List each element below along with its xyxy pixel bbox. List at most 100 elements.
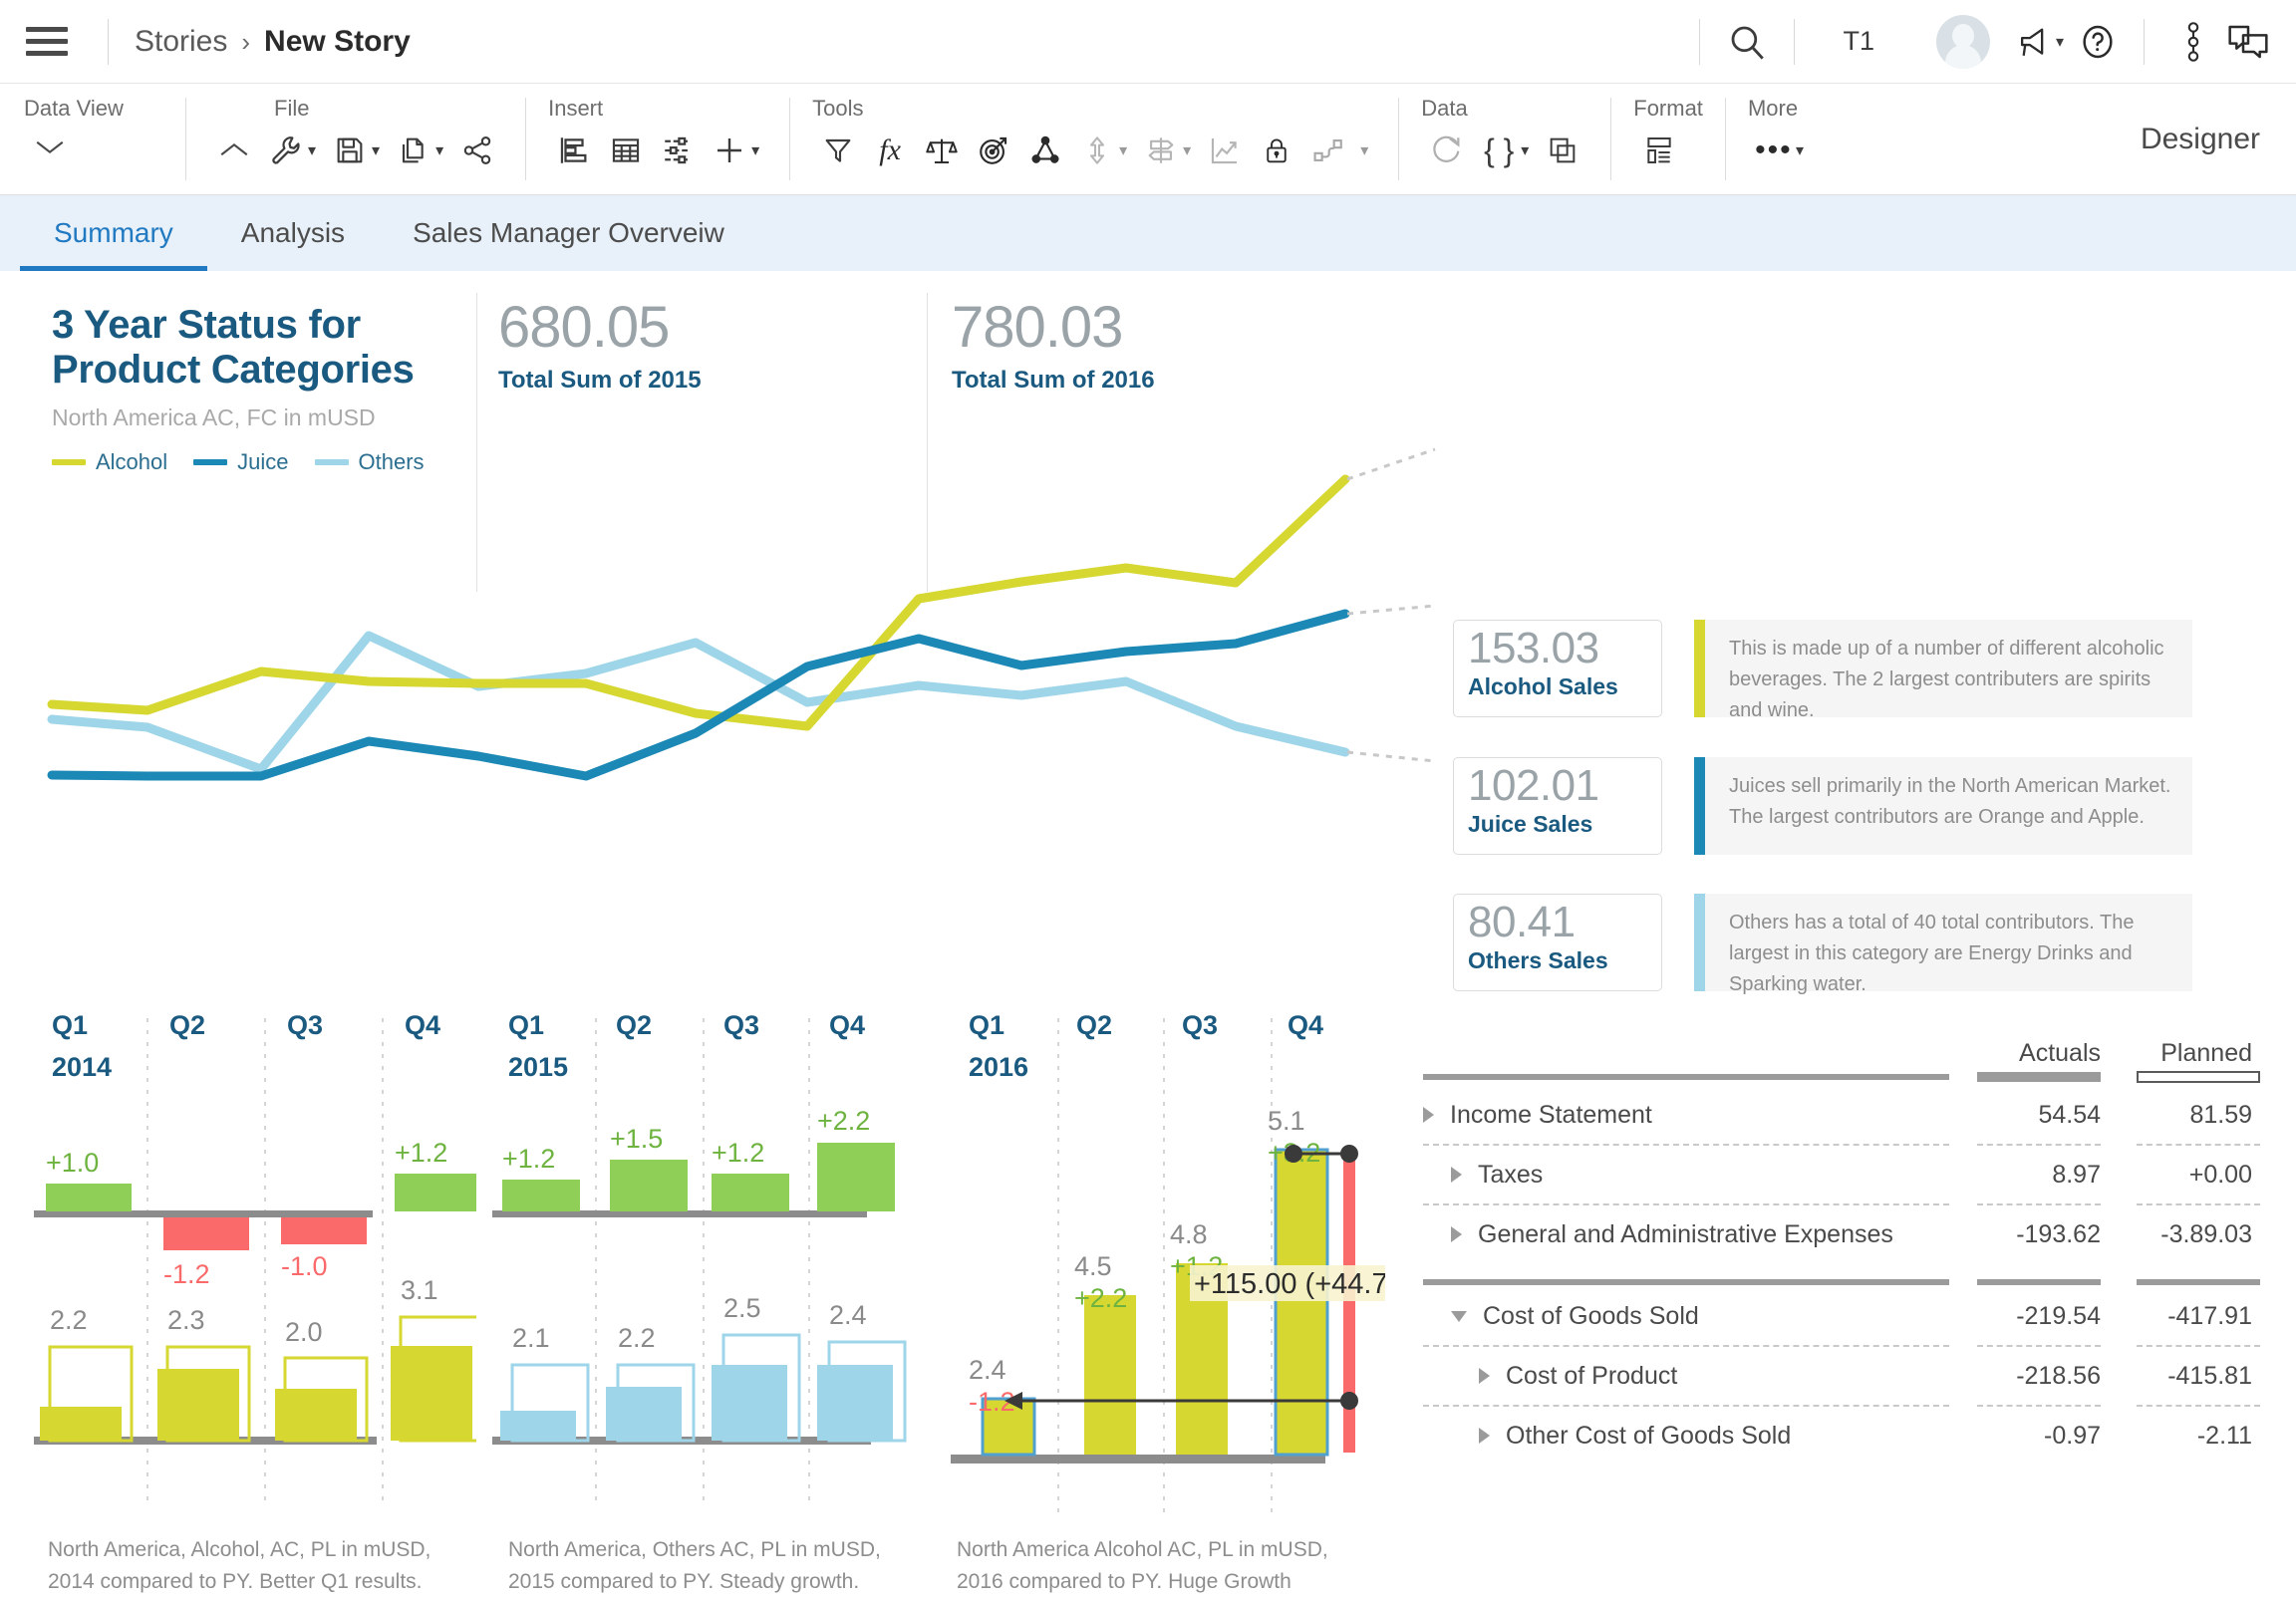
kpi-card-juice[interactable]: 102.01 Juice Sales — [1453, 757, 1662, 855]
table-row-label: Other Cost of Goods Sold — [1506, 1421, 1792, 1450]
lock-icon[interactable] — [1251, 128, 1302, 173]
table-icon[interactable] — [600, 128, 652, 173]
variance-chart-2014[interactable]: Q1 Q2 Q3 Q4 2014 +1.0 -1.2 -1.0 +1.2 2.2… — [30, 1008, 484, 1546]
svg-text:Q1: Q1 — [969, 1010, 1004, 1040]
tab-sales-manager-overview[interactable]: Sales Manager Overveiw — [379, 195, 758, 271]
table-row[interactable]: Cost of Product -218.56 -415.81 — [1423, 1347, 2260, 1405]
table-row[interactable]: Cost of Goods Sold -219.54 -417.91 — [1423, 1287, 2260, 1345]
chevron-down-icon[interactable]: ▾ — [751, 140, 759, 160]
svg-text:Q3: Q3 — [287, 1010, 323, 1040]
table-row-label: Cost of Product — [1506, 1361, 1678, 1390]
table-row[interactable]: Other Cost of Goods Sold -0.97 -2.11 — [1423, 1407, 2260, 1464]
breadcrumb: Stories › New Story — [135, 25, 411, 59]
divider — [1794, 18, 1796, 65]
variance-bar-q1 — [502, 1180, 580, 1211]
comments-icon[interactable] — [2216, 22, 2270, 62]
variance-bar-q3 — [712, 1174, 789, 1211]
search-icon[interactable] — [1726, 21, 1768, 63]
expand-triangle-right-icon[interactable] — [1451, 1226, 1462, 1242]
help-icon[interactable] — [2078, 22, 2118, 62]
layout-icon[interactable] — [1633, 128, 1685, 173]
tab-analysis[interactable]: Analysis — [207, 195, 379, 271]
refresh-icon[interactable] — [1421, 128, 1473, 173]
variance-chart-2016[interactable]: Q1 Q2 Q3 Q4 2016 2.4 -1.2 4.5 +2.2 4.8 +… — [947, 1008, 1439, 1546]
kpi-card-alcohol[interactable]: 153.03 Alcohol Sales — [1453, 620, 1662, 717]
variance-chart-2015[interactable]: Q1 Q2 Q3 Q4 2015 +1.2 +1.5 +1.2 +2.2 2.1 — [488, 1008, 907, 1546]
chevron-down-icon[interactable]: ▾ — [1521, 140, 1529, 160]
expand-triangle-right-icon[interactable] — [1451, 1167, 1462, 1183]
save-icon[interactable] — [324, 128, 376, 173]
expand-triangle-right-icon[interactable] — [1423, 1107, 1434, 1123]
chevron-down-icon[interactable]: ▾ — [1796, 140, 1804, 160]
ellipsis-icon[interactable]: ••• — [1748, 128, 1800, 173]
chevron-down-icon[interactable]: ▾ — [1360, 140, 1368, 160]
target-icon[interactable] — [968, 128, 1019, 173]
table-row-label: Cost of Goods Sold — [1483, 1301, 1699, 1330]
team-label[interactable]: T1 — [1821, 26, 1896, 57]
chevron-up-icon[interactable] — [208, 128, 260, 173]
expand-triangle-right-icon[interactable] — [1479, 1368, 1490, 1384]
share-icon[interactable] — [451, 128, 503, 173]
tab-analysis-label: Analysis — [240, 217, 346, 248]
updown-arrow-icon[interactable] — [1071, 128, 1123, 173]
story-tabs: Summary Analysis Sales Manager Overveiw — [0, 195, 2296, 271]
wrench-icon[interactable] — [260, 128, 312, 173]
table-row-label-wrap: Taxes — [1423, 1161, 1957, 1190]
layers-icon[interactable] — [1537, 128, 1588, 173]
scales-icon[interactable] — [916, 128, 968, 173]
ribbon-group-insert-label: Insert — [548, 96, 604, 121]
avatar[interactable] — [1935, 14, 1990, 69]
svg-text:Q1: Q1 — [508, 1010, 544, 1040]
link-nodes-icon[interactable] — [1302, 128, 1354, 173]
tab-sales-manager-overview-label: Sales Manager Overveiw — [413, 217, 724, 248]
megaphone-icon[interactable]: ▾ — [2016, 25, 2072, 59]
variance-bar-q4 — [817, 1143, 895, 1211]
trend-line-chart[interactable] — [40, 291, 1455, 799]
note-alcohol-text: This is made up of a number of different… — [1729, 638, 2164, 721]
formula-icon[interactable]: fx — [864, 128, 916, 173]
hamburger-menu-icon[interactable] — [26, 25, 68, 59]
financial-table[interactable]: Actuals Planned Income Statement 54.54 8… — [1423, 1016, 2260, 1464]
svg-text:-1.2: -1.2 — [163, 1259, 210, 1289]
network-icon[interactable] — [1019, 128, 1071, 173]
kebab-menu-icon[interactable] — [2170, 21, 2216, 63]
filter-icon[interactable] — [812, 128, 864, 173]
bar-chart-icon[interactable] — [548, 128, 600, 173]
svg-text:+1.2: +1.2 — [395, 1138, 447, 1168]
actual-bar-q1 — [500, 1411, 576, 1441]
tab-summary[interactable]: Summary — [20, 195, 207, 271]
chevron-down-icon[interactable]: ▾ — [308, 140, 316, 160]
chevron-down-icon[interactable]: ▾ — [1183, 140, 1191, 160]
actual-bar-q2 — [157, 1369, 239, 1441]
copy-icon[interactable] — [388, 128, 439, 173]
divider — [525, 98, 527, 180]
chevron-down-icon[interactable]: ▾ — [435, 140, 443, 160]
plus-icon[interactable] — [704, 128, 755, 173]
top-bar-actions: T1 ▾ — [1673, 14, 2270, 69]
chevron-down-icon[interactable]: ▾ — [372, 140, 380, 160]
chevron-down-icon[interactable] — [24, 124, 76, 169]
designer-button[interactable]: Designer — [2141, 123, 2296, 156]
ribbon-group-format-label: Format — [1633, 96, 1703, 121]
svg-text:2.2: 2.2 — [50, 1305, 88, 1335]
kpi-card-juice-value: 102.01 — [1468, 761, 1599, 810]
svg-text:Q3: Q3 — [723, 1010, 759, 1040]
collapse-triangle-down-icon[interactable] — [1451, 1310, 1467, 1322]
braces-icon[interactable]: { } — [1473, 128, 1525, 173]
divider — [1610, 98, 1612, 180]
table-row[interactable]: General and Administrative Expenses -193… — [1423, 1205, 2260, 1263]
breadcrumb-stories[interactable]: Stories — [135, 25, 227, 59]
trend-chart-icon[interactable] — [1199, 128, 1251, 173]
table-row[interactable]: Income Statement 54.54 81.59 — [1423, 1086, 2260, 1144]
chevron-down-icon[interactable]: ▾ — [1119, 140, 1127, 160]
expand-triangle-right-icon[interactable] — [1479, 1428, 1490, 1444]
table-row[interactable]: Taxes 8.97 +0.00 — [1423, 1146, 2260, 1203]
ribbon-group-format: Format — [1633, 84, 1703, 194]
divider — [1724, 98, 1726, 180]
input-controls-icon[interactable] — [652, 128, 704, 173]
chevron-down-icon[interactable]: ▾ — [2056, 32, 2064, 52]
svg-text:+2.2: +2.2 — [817, 1106, 870, 1136]
signpost-icon[interactable] — [1135, 128, 1187, 173]
kpi-card-others[interactable]: 80.41 Others Sales — [1453, 894, 1662, 991]
divider — [1699, 18, 1701, 65]
